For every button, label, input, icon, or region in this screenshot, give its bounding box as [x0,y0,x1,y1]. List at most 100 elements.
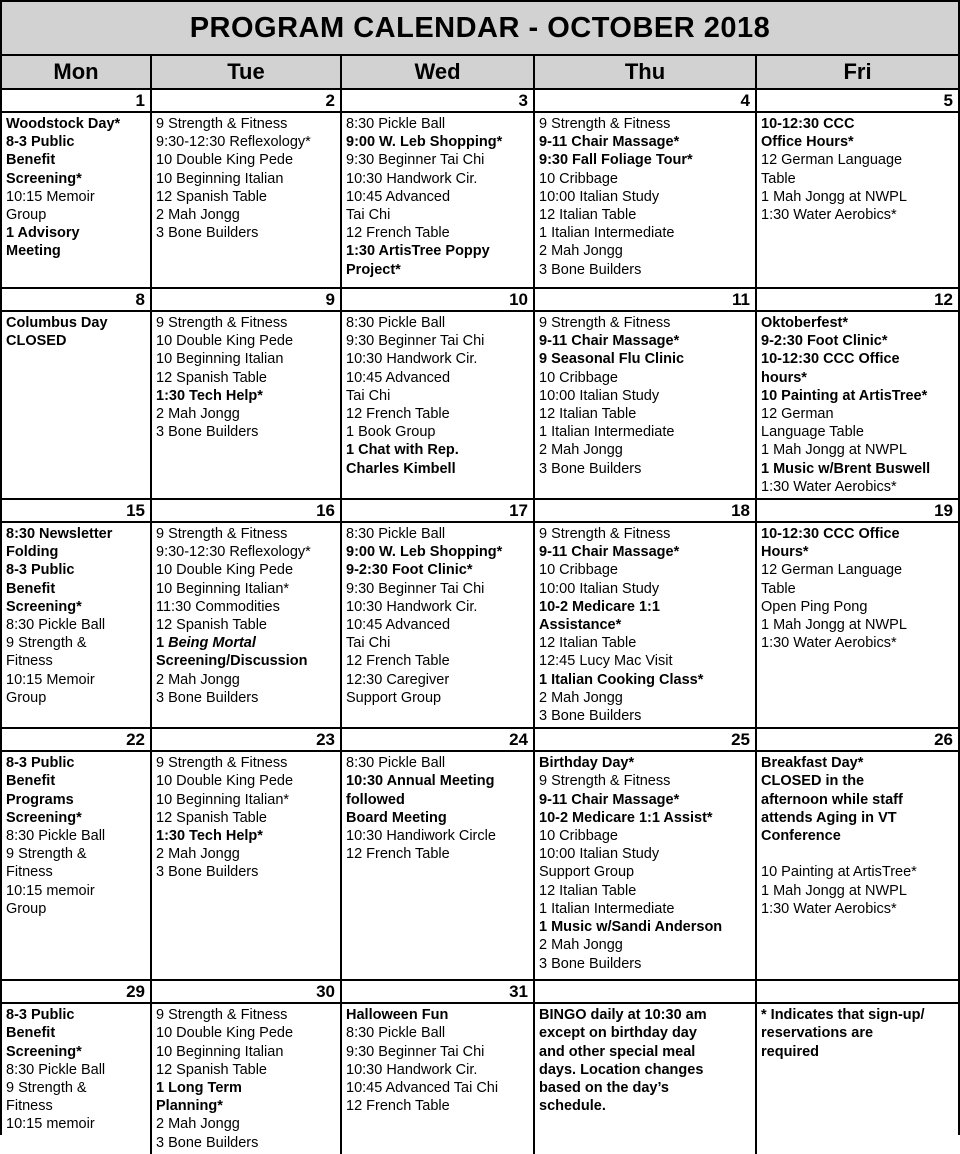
event-line: 9-11 Chair Massage* [539,134,680,151]
day-cell-4[interactable]: 9 Strength & Fitness 9-11 Chair Massage* 9… [535,113,757,287]
event-line: 12 German [761,406,834,423]
event-line: 8-3 Public [6,134,75,151]
calendar-title-bar: PROGRAM CALENDAR - OCTOBER 2018 [2,2,958,56]
event-line: Office Hours* [761,134,854,151]
event-line: 8-3 Public [6,1007,75,1024]
event-line: 9 Strength & Fitness [156,526,288,543]
event-line: 1 Italian Intermediate [539,424,675,441]
event-line: 2 Mah Jongg [539,689,623,706]
event-line: 10-12:30 CCC Office [761,526,900,543]
event-line: 9 Strength & Fitness [156,1007,288,1024]
day-cell-3[interactable]: 8:30 Pickle Ball 9:00 W. Leb Shopping* 9:3… [342,113,535,287]
event-line: 1:30 ArtisTree Poppy [346,243,490,260]
event-line: 10:45 Advanced [346,188,451,205]
event-line: Screening* [6,170,82,187]
date-number-3: 3 [342,90,535,111]
day-cell-23[interactable]: 9 Strength & Fitness 10 Double King Pede 1… [152,752,342,980]
day-cell-11[interactable]: 9 Strength & Fitness 9-11 Chair Massage* 9… [535,312,757,499]
event-line: Planning* [156,1098,223,1115]
event-line: 11:30 Commodities [156,598,280,615]
event-line: Benefit [6,152,56,169]
event-line: 1 Music w/Sandi Anderson [539,919,723,936]
event-line: schedule. [539,1098,606,1115]
event-line: Assistance* [539,617,622,634]
event-line: 1 Book Group [346,424,436,441]
day-cell-31[interactable]: Halloween Fun 8:30 Pickle Ball 9:30 Beginn… [342,1004,535,1154]
event-line: * Indicates that sign-up/ [761,1007,925,1024]
day-cell-30[interactable]: 9 Strength & Fitness 10 Double King Pede 1… [152,1004,342,1154]
event-line: 8:30 Newsletter [6,526,113,543]
event-line: 10 Cribbage [539,369,618,386]
event-line: 10-12:30 CCC Office [761,351,900,368]
day-cell-2[interactable]: 9 Strength & Fitness 9:30-12:30 Reflexolo… [152,113,342,287]
event-line: Charles Kimbell [346,460,456,477]
event-line: 10:00 Italian Study [539,580,660,597]
event-line: 3 Bone Builders [539,708,642,725]
event-line: 1 Chat with Rep. [346,442,459,459]
event-line: 9:30-12:30 Reflexology* [156,134,311,151]
event-line: Support Group [539,864,635,881]
date-number-5: 5 [757,90,958,111]
day-cell-1[interactable]: Woodstock Day* 8-3 Public Benefit Screening… [2,113,152,287]
event-line: Table [761,170,796,187]
date-number-8: 8 [2,289,152,310]
date-number-row: 12345 [2,90,958,113]
event-line: followed [346,791,405,808]
day-cell-22[interactable]: 8-3 Public Benefit Programs Screening* 8:30 … [2,752,152,980]
event-line: 10 Double King Pede [156,333,294,350]
event-line: 1 Being Mortal [156,634,337,652]
day-cell-16[interactable]: 9 Strength & Fitness 9:30-12:30 Reflexolo… [152,523,342,728]
event-line: Screening* [6,598,82,615]
event-line: 8:30 Pickle Ball [6,828,106,845]
day-cell-19[interactable]: 10-12:30 CCC Office Hours* 12 German Langu… [757,523,958,728]
date-number-row: 15 16 17 18 19 [2,500,958,524]
event-line: 3 Bone Builders [539,460,642,477]
event-line: 10:30 Handwork Cir. [346,1061,478,1078]
date-number-2: 2 [152,90,342,111]
event-line: Hours* [761,544,809,561]
event-line: 9-11 Chair Massage* [539,544,680,561]
day-cell-15[interactable]: 8:30 Newsletter Folding 8-3 Public Benefit S… [2,523,152,728]
event-line: 10-2 Medicare 1:1 [539,598,660,615]
week-row: 29 30 31 8-3 Public Benefit Screening* 8:30 Pi… [2,981,958,1154]
event-line: 2 Mah Jongg [156,846,240,863]
notes-cell[interactable]: BINGO daily at 10:30 am except on birthda… [535,1004,757,1154]
event-line: 9:30-12:30 Reflexology* [156,544,311,561]
day-cell-17[interactable]: 8:30 Pickle Ball 9:00 W. Leb Shopping* 9-2… [342,523,535,728]
day-of-week-header-tue: Tue [152,56,342,88]
date-number-18: 18 [535,500,757,522]
event-line: 12:45 Lucy Mac Visit [539,653,673,670]
event-line: 12 Spanish Table [156,617,267,634]
date-number-16: 16 [152,500,342,522]
day-cell-5[interactable]: 10-12:30 CCC Office Hours* 12 German Langu… [757,113,958,287]
event-line: 9 Strength & Fitness [539,116,671,132]
event-line: Breakfast Day* [761,755,864,772]
day-cell-25[interactable]: Birthday Day* 9 Strength & Fitness 9-11 Ch… [535,752,757,980]
week-body-row: Woodstock Day* 8-3 Public Benefit Screening… [2,113,958,287]
day-cell-18[interactable]: 9 Strength & Fitness 9-11 Chair Massage* 1… [535,523,757,728]
event-line: 12 German Language [761,562,903,579]
date-number-1: 1 [2,90,152,111]
day-cell-29[interactable]: 8-3 Public Benefit Screening* 8:30 Pickle B… [2,1004,152,1154]
event-line: 9:00 W. Leb Shopping* [346,544,503,561]
event-line: 1 Mah Jongg at NWPL [761,617,907,634]
event-line: 12 Italian Table [539,207,637,224]
event-line: 2 Mah Jongg [539,243,623,260]
event-line: 10:30 Handwork Cir. [346,170,478,187]
event-line: 1 Mah Jongg at NWPL [761,188,907,205]
event-spacer [761,845,955,863]
event-line: 10 Cribbage [539,562,618,579]
date-number-4: 4 [535,90,757,111]
notes-cell[interactable]: * Indicates that sign-up/reservations ar… [757,1004,958,1154]
event-line: Fitness [6,864,53,881]
event-line: Tai Chi [346,635,391,652]
day-cell-8[interactable]: Columbus Day CLOSED [2,312,152,499]
day-cell-12[interactable]: Oktoberfest* 9-2:30 Foot Clinic* 10-12:30 … [757,312,958,499]
day-cell-26[interactable]: Breakfast Day* CLOSED in the afternoon whi… [757,752,958,980]
event-line: 12 Spanish Table [156,1061,267,1078]
date-number-row: 22 23 24 25 26 [2,729,958,753]
day-cell-24[interactable]: 8:30 Pickle Ball 10:30 Annual Meeting foll… [342,752,535,980]
day-cell-9[interactable]: 9 Strength & Fitness 10 Double King Pede 1… [152,312,342,499]
day-cell-10[interactable]: 8:30 Pickle Ball 9:30 Beginner Tai Chi 10:… [342,312,535,499]
week-row: 15 16 17 18 19 8:30 Newsletter Folding 8-3 Publ… [2,500,958,730]
